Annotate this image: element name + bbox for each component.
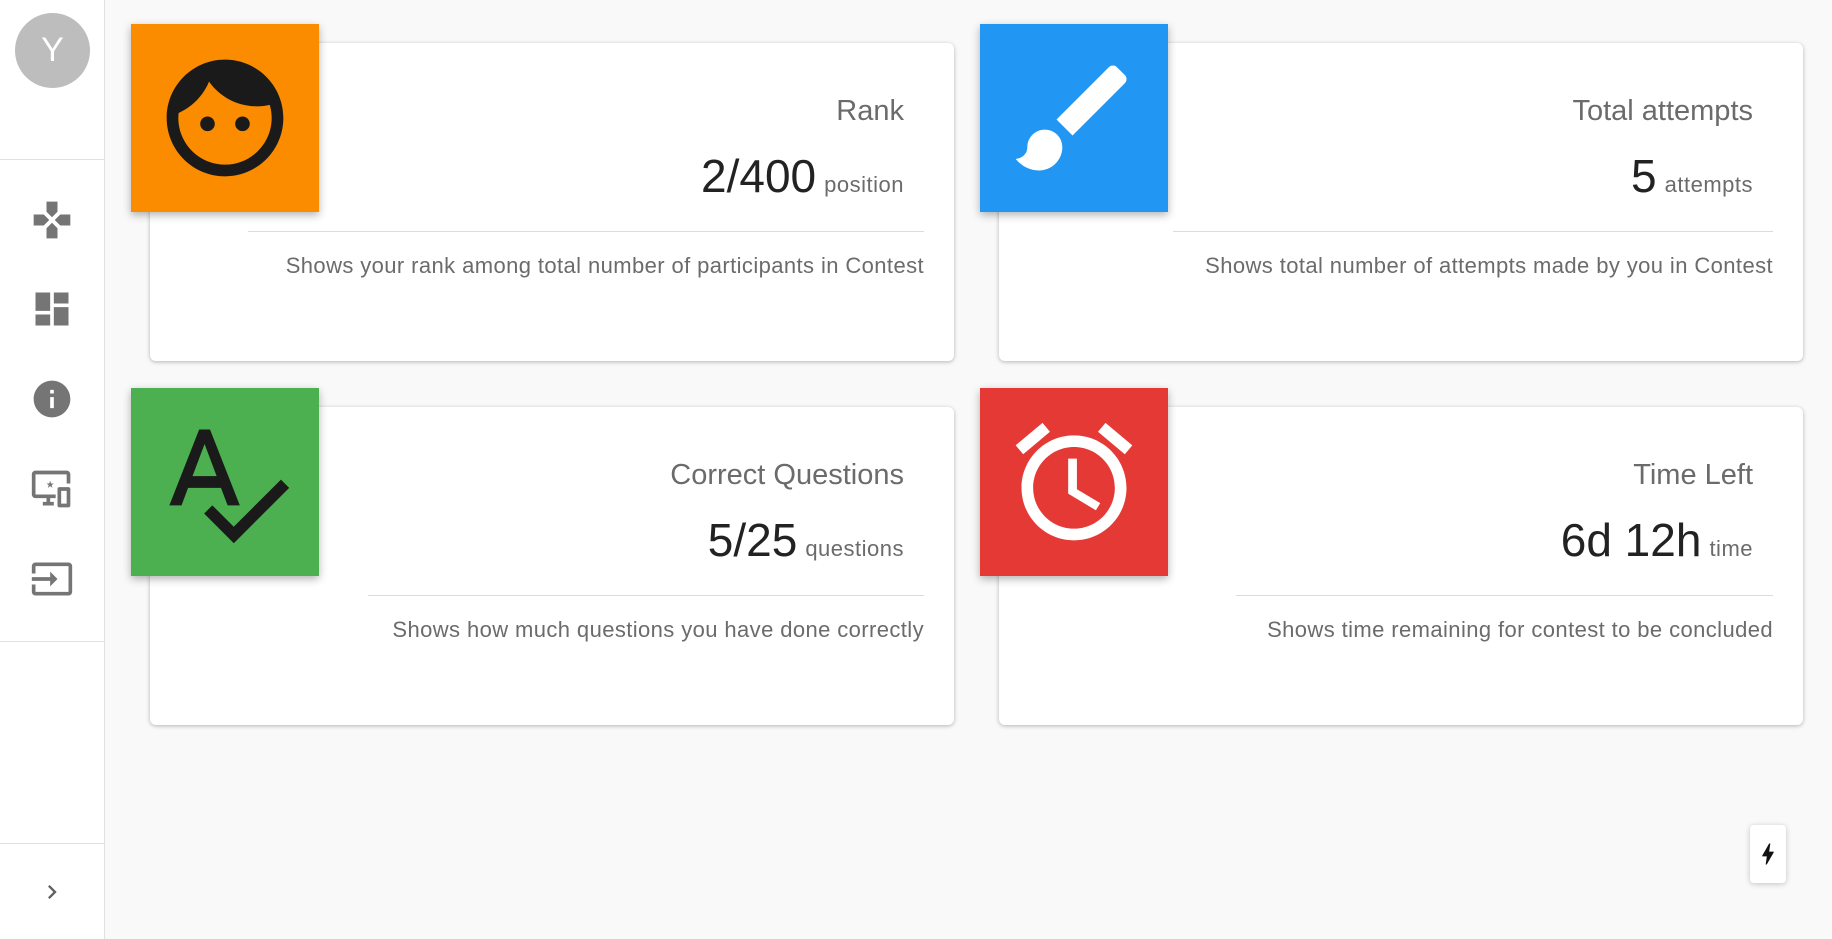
card-description: Shows your rank among total number of pa… (285, 253, 924, 278)
gamepad-icon (33, 201, 71, 239)
correct-questions-icon-box (131, 388, 319, 576)
chevron-right-icon (48, 885, 57, 899)
devices-star-icon (31, 470, 71, 508)
alarm-icon (1015, 422, 1133, 541)
brush-icon (1015, 65, 1127, 171)
card-title: Total attempts (1572, 95, 1753, 127)
card-unit: time (1709, 536, 1753, 561)
card-value: 6d 12h (1560, 514, 1702, 566)
card-divider (1236, 595, 1773, 596)
sidebar-divider (0, 843, 105, 844)
card-title: Rank (836, 95, 904, 127)
card-value: 5/25 (707, 514, 798, 566)
face-icon (166, 59, 284, 177)
sidebar-divider (0, 641, 105, 642)
sidebar-item-dashboard[interactable] (22, 279, 82, 339)
info-icon (33, 380, 71, 418)
dashboard-icon (35, 292, 69, 326)
card-value-row: 2/400 position (701, 149, 904, 203)
card-value-row: 6d 12h time (1561, 513, 1753, 567)
card-description: Shows time remaining for contest to be c… (1267, 617, 1773, 642)
card-unit: position (824, 172, 904, 197)
card-value: 5 (1631, 150, 1657, 202)
sidebar-divider (0, 159, 105, 160)
avatar[interactable]: Y (15, 13, 90, 88)
rank-icon-box (131, 24, 319, 212)
time-left-icon-box (980, 388, 1168, 576)
login-icon (31, 562, 73, 596)
card-value-row: 5 attempts (1631, 149, 1753, 203)
sidebar-item-devices[interactable] (22, 459, 82, 519)
card-description: Shows how much questions you have done c… (392, 617, 924, 642)
card-description: Shows total number of attempts made by y… (1205, 253, 1773, 278)
card-divider (368, 595, 924, 596)
card-value: 2/400 (701, 150, 817, 202)
sidebar-item-info[interactable] (22, 369, 82, 429)
sidebar: Y (0, 0, 105, 939)
card-title: Correct Questions (670, 459, 904, 491)
card-title: Time Left (1633, 459, 1753, 491)
card-divider (248, 231, 924, 232)
card-unit: attempts (1664, 172, 1753, 197)
bolt-icon (1762, 843, 1774, 865)
spellcheck-icon (169, 429, 290, 544)
sidebar-item-login[interactable] (22, 549, 82, 609)
card-value-row: 5/25 questions (708, 513, 904, 567)
sidebar-item-games[interactable] (22, 190, 82, 250)
sidebar-expand-button[interactable] (30, 870, 74, 914)
attempts-icon-box (980, 24, 1168, 212)
card-unit: questions (805, 536, 904, 561)
card-divider (1173, 231, 1773, 232)
quick-action-button[interactable] (1750, 825, 1786, 883)
